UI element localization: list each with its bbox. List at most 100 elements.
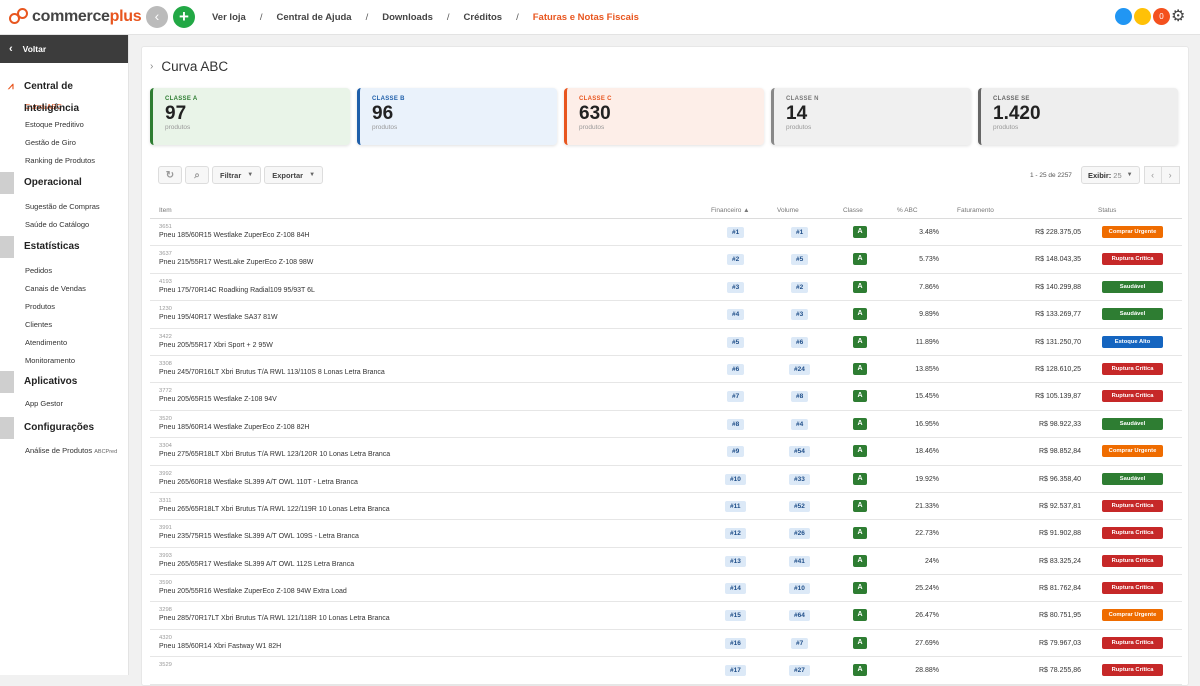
product-name[interactable]: Pneu 185/60R15 Westlake ZuperEco Z-108 8… <box>159 232 309 239</box>
card-classe-n[interactable]: CLASSE N 14 produtos <box>771 88 971 145</box>
table-row[interactable]: 3637 Pneu 215/55R17 WestLake ZuperEco Z-1… <box>150 246 1182 274</box>
back-button[interactable]: ‹ <box>146 6 168 28</box>
export-dropdown[interactable]: Exportar ▼ <box>264 166 324 184</box>
card-classe-b[interactable]: CLASSE B 96 produtos <box>357 88 557 145</box>
product-name[interactable]: Pneu 185/60R14 Westlake ZuperEco Z-108 8… <box>159 424 309 431</box>
table-row[interactable]: 3993 Pneu 265/65R17 Westlake SL399 A/T OW… <box>150 548 1182 576</box>
class-badge: A <box>853 226 867 238</box>
sidebar-section-configuracoes[interactable]: Configurações <box>0 417 128 439</box>
nav-central-ajuda[interactable]: Central de Ajuda <box>276 12 351 23</box>
table-row[interactable]: 3529 #17 #27 A 28.88% R$ 78.255,86 Ruptura Crí… <box>150 657 1182 685</box>
page-size-value: 25 <box>1113 170 1122 180</box>
next-page-button[interactable]: › <box>1161 166 1180 184</box>
col-classe[interactable]: Classe <box>843 207 863 214</box>
table-row[interactable]: 3772 Pneu 205/65R15 Westlake Z-108 94V #7 #… <box>150 383 1182 411</box>
product-name[interactable]: Pneu 215/55R17 WestLake ZuperEco Z-108 9… <box>159 259 313 266</box>
table-row[interactable]: 3992 Pneu 265/60R18 Westlake SL399 A/T OW… <box>150 466 1182 493</box>
sidebar-item-pedidos[interactable]: Pedidos <box>0 262 128 280</box>
table-row[interactable]: 3308 Pneu 245/70R16LT Xbri Brutus T/A RWL… <box>150 356 1182 384</box>
sidebar-item-monitoramento[interactable]: Monitoramento <box>0 352 128 370</box>
product-name[interactable]: Pneu 245/70R16LT Xbri Brutus T/A RWL 113… <box>159 369 385 376</box>
product-name[interactable]: Pneu 235/75R15 Westlake SL399 A/T OWL 10… <box>159 533 359 540</box>
class-badge: A <box>853 362 867 375</box>
blue-status-dot[interactable] <box>1115 8 1132 25</box>
gear-icon[interactable]: ⚙ <box>1171 8 1185 25</box>
product-name[interactable]: Pneu 205/55R16 Westlake ZuperEco Z-108 9… <box>159 588 347 595</box>
status-badge: Ruptura Crítica <box>1102 554 1163 567</box>
sidebar-item-sugestao-compras[interactable]: Sugestão de Compras <box>0 198 128 216</box>
nav-ver-loja[interactable]: Ver loja <box>212 12 246 23</box>
card-classe-c[interactable]: CLASSE C 630 produtos <box>564 88 764 145</box>
sidebar-item-clientes[interactable]: Clientes <box>0 316 128 334</box>
sidebar-item-ranking[interactable]: Ranking de Produtos <box>0 152 128 170</box>
product-name[interactable]: Pneu 275/65R18LT Xbri Brutus T/A RWL 123… <box>159 451 390 458</box>
table-row[interactable]: 3422 Pneu 205/55R17 Xbri Sport + 2 95W #5 #… <box>150 329 1182 356</box>
table-row[interactable]: 3311 Pneu 265/65R18LT Xbri Brutus T/A RWL… <box>150 493 1182 521</box>
faturamento: R$ 83.325,24 <box>1038 557 1081 565</box>
search-button[interactable]: ⌕ <box>185 166 209 184</box>
table-row[interactable]: 3590 Pneu 205/55R16 Westlake ZuperEco Z-1… <box>150 575 1182 603</box>
sidebar-section-aplicativos[interactable]: Aplicativos <box>0 371 128 393</box>
faturamento: R$ 80.751,95 <box>1038 612 1081 620</box>
product-name[interactable]: Pneu 195/40R17 Westlake SA37 81W <box>159 314 278 321</box>
sidebar-item-saude-catalogo[interactable]: Saúde do Catálogo <box>0 216 128 234</box>
sidebar-item-produtos[interactable]: Produtos <box>0 298 128 316</box>
product-name[interactable]: Pneu 265/65R17 Westlake SL399 A/T OWL 11… <box>159 561 354 568</box>
section-title: Aplicativos <box>24 376 78 387</box>
table-row[interactable]: 3304 Pneu 275/65R18LT Xbri Brutus T/A RWL… <box>150 438 1182 466</box>
nav-downloads[interactable]: Downloads <box>382 12 433 23</box>
status-badge: Ruptura Crítica <box>1102 664 1163 677</box>
filter-dropdown[interactable]: Filtrar ▼ <box>212 166 262 184</box>
pct-abc: 9.89% <box>919 311 939 319</box>
nav-creditos[interactable]: Créditos <box>464 12 503 23</box>
nav-separator: / <box>259 12 263 23</box>
sidebar-back-button[interactable]: ‹ Voltar <box>0 35 128 63</box>
card-classe-se[interactable]: CLASSE SE 1.420 produtos <box>978 88 1178 145</box>
caret-down-icon: ▼ <box>309 172 316 178</box>
notification-badge[interactable]: 0 <box>1153 8 1170 25</box>
col-financeiro[interactable]: Financeiro ▲ <box>711 207 750 214</box>
product-name[interactable]: Pneu 205/55R17 Xbri Sport + 2 95W <box>159 342 273 349</box>
prev-page-button[interactable]: ‹ <box>1143 166 1162 184</box>
col-pct-abc[interactable]: % ABC <box>897 207 918 214</box>
table-body: 3651 Pneu 185/60R15 Westlake ZuperEco Z-1… <box>150 219 1182 685</box>
table-row[interactable]: 3991 Pneu 235/75R15 Westlake SL399 A/T OW… <box>150 520 1182 548</box>
product-name[interactable]: Pneu 185/60R14 Xbri Fastway W1 82H <box>159 643 281 650</box>
sidebar-item-analise-produtos[interactable]: Análise de Produtos ABCPred <box>0 442 128 460</box>
nav-faturas[interactable]: Faturas e Notas Fiscais <box>533 12 639 23</box>
sidebar-section-operacional[interactable]: Operacional <box>0 172 128 194</box>
refresh-button[interactable]: ↻ <box>158 166 182 184</box>
table-row[interactable]: 3298 Pneu 285/70R17LT Xbri Brutus T/A RWL… <box>150 602 1182 630</box>
class-badge: A <box>853 609 867 622</box>
status-badge: Ruptura Crítica <box>1102 253 1163 266</box>
sidebar-section-estatisticas[interactable]: Estatísticas <box>0 236 128 258</box>
table-row[interactable]: 3651 Pneu 185/60R15 Westlake ZuperEco Z-1… <box>150 219 1182 247</box>
add-button[interactable]: + <box>173 6 195 28</box>
product-name[interactable]: Pneu 175/70R14C Roadking Radial109 95/93… <box>159 287 315 294</box>
sidebar-item-atendimento[interactable]: Atendimento <box>0 334 128 352</box>
brand-logo[interactable]: commerceplus <box>9 8 142 26</box>
page-size-select[interactable]: Exibir: 25 ▼ <box>1080 166 1140 184</box>
card-classe-a[interactable]: CLASSE A 97 produtos <box>150 88 350 145</box>
volume-rank: #5 <box>791 254 809 266</box>
class-badge: A <box>853 582 867 595</box>
product-name[interactable]: Pneu 265/60R18 Westlake SL399 A/T OWL 11… <box>159 479 358 486</box>
product-name[interactable]: Pneu 205/65R15 Westlake Z-108 94V <box>159 396 277 403</box>
table-row[interactable]: 1230 Pneu 195/40R17 Westlake SA37 81W #4 #3… <box>150 301 1182 329</box>
product-name[interactable]: Pneu 285/70R17LT Xbri Brutus T/A RWL 121… <box>159 615 390 622</box>
sidebar-item-app-gestor[interactable]: App Gestor <box>0 395 128 413</box>
product-name[interactable]: Pneu 265/65R18LT Xbri Brutus T/A RWL 122… <box>159 506 390 513</box>
refresh-icon: ↻ <box>165 169 175 181</box>
col-item[interactable]: Item <box>159 207 172 214</box>
col-volume[interactable]: Volume <box>777 207 799 214</box>
status-badge: Comprar Urgente <box>1102 609 1163 622</box>
sidebar-item-gestao-giro[interactable]: Gestão de Giro <box>0 134 128 152</box>
yellow-status-dot[interactable] <box>1134 8 1151 25</box>
sidebar-section-inteligencia[interactable]: ⩘ Central de Inteligência <box>0 76 128 114</box>
table-row[interactable]: 4193 Pneu 175/70R14C Roadking Radial109 9… <box>150 274 1182 302</box>
col-faturamento[interactable]: Faturamento <box>957 207 994 214</box>
table-row[interactable]: 4320 Pneu 185/60R14 Xbri Fastway W1 82H #1… <box>150 630 1182 658</box>
sidebar-item-canais-vendas[interactable]: Canais de Vendas <box>0 280 128 298</box>
col-status[interactable]: Status <box>1098 207 1116 214</box>
table-row[interactable]: 3520 Pneu 185/60R14 Westlake ZuperEco Z-1… <box>150 411 1182 439</box>
